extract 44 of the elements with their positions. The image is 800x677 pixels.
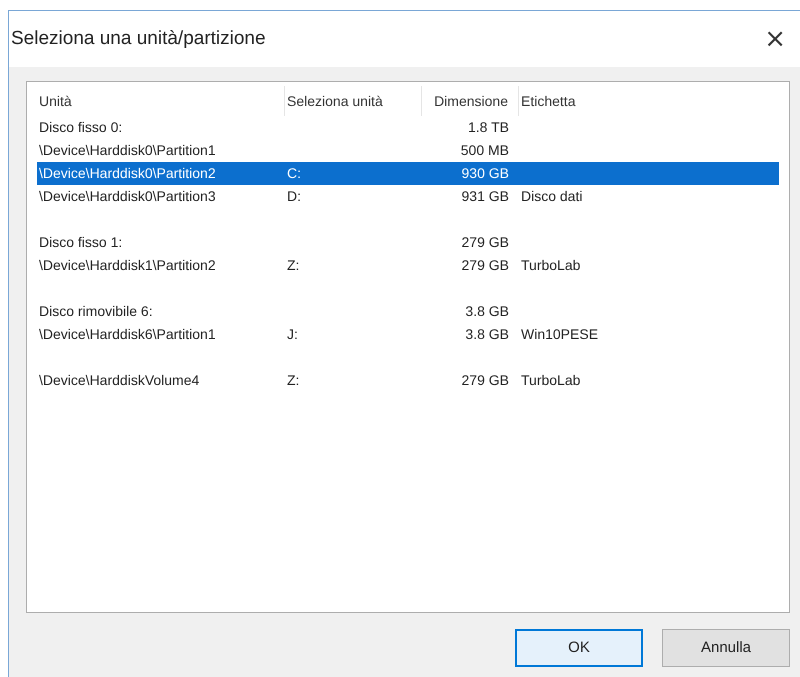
- table-cell-text: 1.8 TB: [468, 118, 509, 137]
- table-cell-text: 3.8 GB: [465, 325, 509, 344]
- table-row[interactable]: \Device\Harddisk6\Partition1 J: 3.8 GB Win10PESE: [37, 323, 779, 346]
- table-cell-text: J:: [287, 325, 298, 344]
- window-title: Seleziona una unità/partizione: [11, 26, 266, 51]
- table-cell-text: 279 GB: [462, 371, 509, 390]
- selected-row[interactable]: \Device\Harddisk0\Partition2 C: 930 GB: [37, 162, 779, 185]
- table-cell-text: \Device\Harddisk0\Partition3: [39, 187, 216, 206]
- table-row[interactable]: Disco fisso 0: 1.8 TB: [37, 116, 779, 139]
- table-cell-text: Disco fisso 1:: [39, 233, 122, 252]
- table-row[interactable]: \Device\Harddisk0\Partition3 D: 931 GB Disco dati: [37, 185, 779, 208]
- table-cell-text: 930 GB: [462, 164, 509, 183]
- table-cell-text: \Device\Harddisk0\Partition2: [39, 164, 216, 183]
- table-cell-text: \Device\Harddisk1\Partition2: [39, 256, 216, 275]
- table-cell-text: Disco dati: [521, 187, 582, 206]
- table-cell-text: TurboLab: [521, 256, 580, 275]
- table-row[interactable]: \Device\HarddiskVolume4 Z: 279 GB TurboLab: [37, 369, 779, 392]
- table-cell-text: TurboLab: [521, 371, 580, 390]
- table-cell-text: Z:: [287, 256, 300, 275]
- table-cell-text: 279 GB: [462, 256, 509, 275]
- table-row[interactable]: Disco fisso 1: 279 GB: [37, 231, 779, 254]
- table-cell-text: D:: [287, 187, 301, 206]
- table-cell-text: C:: [287, 164, 301, 183]
- close-button[interactable]: ×: [764, 26, 786, 52]
- table-cell-text: Disco fisso 0:: [39, 118, 122, 137]
- table-row[interactable]: \Device\Harddisk1\Partition2 Z: 279 GB TurboLab: [37, 254, 779, 277]
- table-cell-text: \Device\Harddisk6\Partition1: [39, 325, 216, 344]
- table-cell-text: Disco rimovibile 6:: [39, 302, 153, 321]
- table-cell-text: Win10PESE: [521, 325, 598, 344]
- table-cell-text: \Device\HarddiskVolume4: [39, 371, 200, 390]
- column-header[interactable]: Seleziona unità: [285, 86, 422, 116]
- table-cell-text: 500 MB: [460, 141, 509, 160]
- table-cell-text: 3.8 GB: [465, 302, 509, 321]
- table-cell-text: 279 GB: [462, 233, 509, 252]
- table-row[interactable]: Disco rimovibile 6: 3.8 GB: [37, 300, 779, 323]
- table-cell-text: \Device\Harddisk0\Partition1: [39, 141, 216, 160]
- table-cell-text: Z:: [287, 371, 300, 390]
- column-header[interactable]: Dimensione: [422, 86, 519, 116]
- column-header[interactable]: Unità: [37, 86, 285, 116]
- ok-button[interactable]: OK: [515, 629, 643, 667]
- column-header[interactable]: Etichetta: [519, 86, 669, 116]
- table-row[interactable]: \Device\Harddisk0\Partition1 500 MB: [37, 139, 779, 162]
- table-cell-text: 931 GB: [462, 187, 509, 206]
- cancel-button[interactable]: Annulla: [662, 629, 790, 667]
